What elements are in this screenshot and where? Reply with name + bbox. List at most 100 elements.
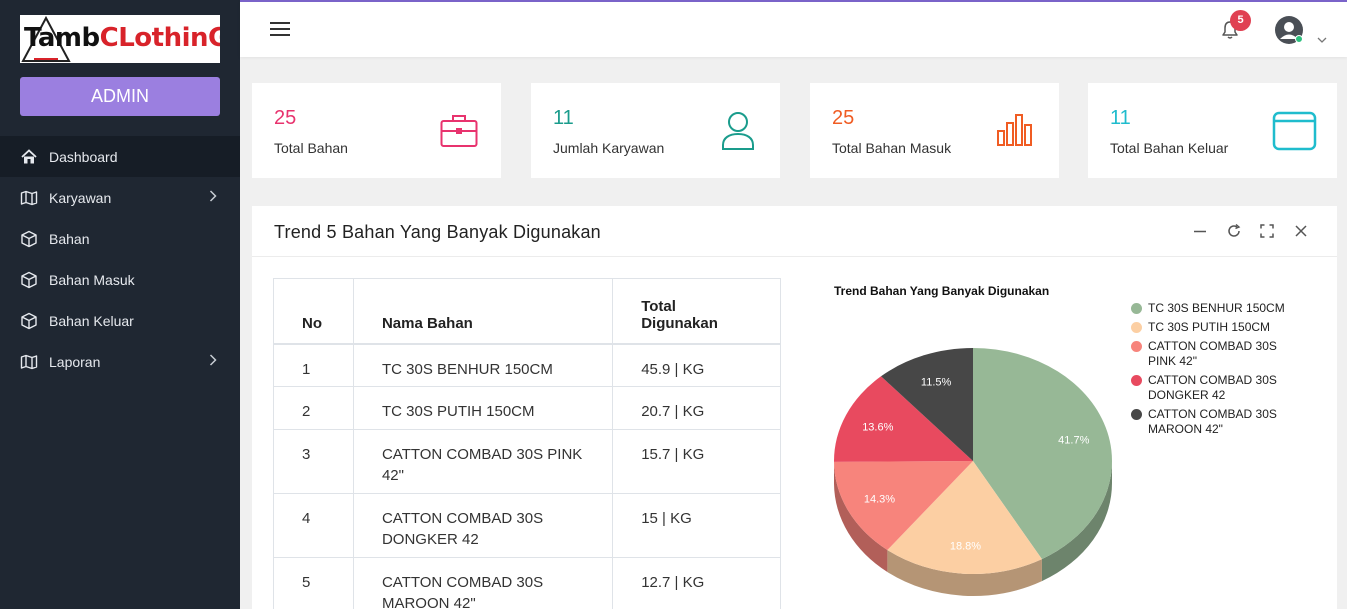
pie-data-label: 41.7% xyxy=(1058,434,1089,446)
cell-total: 12.7 | KG xyxy=(612,557,781,609)
legend-label: TC 30S BENHUR 150CM xyxy=(1148,301,1285,315)
sidebar-item-bahan-masuk[interactable]: Bahan Masuk xyxy=(0,259,240,300)
pie-data-label: 11.5% xyxy=(921,377,952,389)
cell-nama-bahan: CATTON COMBAD 30S DONGKER 42 xyxy=(352,493,614,558)
sidebar: TambCLothinG ADMIN Dashboard Karyawan Ba… xyxy=(0,0,240,609)
cell-nama-bahan: CATTON COMBAD 30S MAROON 42" xyxy=(352,557,614,609)
logo-text-part2: CLothinG xyxy=(99,23,220,53)
stat-value: 25 xyxy=(832,107,855,129)
sidebar-item-label: Dashboard xyxy=(49,148,118,165)
table-row: 2 TC 30S PUTIH 150CM 20.7 | KG xyxy=(273,386,781,430)
stat-label: Total Bahan Masuk xyxy=(832,140,952,156)
brand-logo[interactable]: TambCLothinG xyxy=(20,15,220,63)
user-icon xyxy=(722,112,754,150)
topbar: 5 xyxy=(240,0,1347,57)
home-icon xyxy=(20,148,38,166)
stat-value: 11 xyxy=(553,107,574,129)
refresh-icon[interactable] xyxy=(1227,224,1241,238)
sidebar-item-label: Bahan Masuk xyxy=(49,271,135,288)
legend-swatch xyxy=(1131,303,1142,314)
legend-label: TC 30S PUTIH 150CM xyxy=(1148,320,1271,334)
chart-title: Trend Bahan Yang Banyak Digunakan xyxy=(834,284,1050,298)
panel-title: Trend 5 Bahan Yang Banyak Digunakan xyxy=(274,222,601,242)
sidebar-item-label: Karyawan xyxy=(49,189,112,206)
briefcase-icon xyxy=(440,115,478,147)
cell-no: 3 xyxy=(273,429,354,494)
table-row: 3 CATTON COMBAD 30S PINK 42" 15.7 | KG xyxy=(273,429,781,494)
legend-label: CATTON COMBAD 30S MAROON 42" xyxy=(1148,407,1277,436)
stat-card-total-bahan-masuk: 25 Total Bahan Masuk xyxy=(810,83,1059,178)
admin-role-button[interactable]: ADMIN xyxy=(20,77,220,116)
map-icon xyxy=(20,189,38,207)
sidebar-item-karyawan[interactable]: Karyawan xyxy=(0,177,240,218)
column-header-nama-bahan: Nama Bahan xyxy=(352,278,614,345)
cell-no: 5 xyxy=(273,557,354,609)
chevron-down-icon[interactable] xyxy=(1317,36,1327,44)
legend-swatch xyxy=(1131,409,1142,420)
table-row: 5 CATTON COMBAD 30S MAROON 42" 12.7 | KG xyxy=(273,557,781,609)
sidebar-menu: Dashboard Karyawan Bahan Bahan Masuk Bah… xyxy=(0,136,240,382)
column-header-no: No xyxy=(273,278,354,345)
legend-swatch xyxy=(1131,375,1142,386)
pie-chart: 41.7% 18.8% 14.3% 13.6% 11.5% xyxy=(834,348,1112,596)
online-status-dot xyxy=(1295,35,1303,43)
cell-total: 15 | KG xyxy=(612,493,781,558)
table-header-row: No Nama Bahan Total Digunakan xyxy=(273,278,781,345)
sidebar-item-dashboard[interactable]: Dashboard xyxy=(0,136,240,177)
pie-data-label: 18.8% xyxy=(950,541,981,553)
close-icon[interactable] xyxy=(1294,224,1308,238)
fullscreen-icon[interactable] xyxy=(1260,224,1274,238)
minimize-icon[interactable] xyxy=(1193,224,1207,238)
stat-value: 25 xyxy=(274,107,297,129)
stat-card-jumlah-karyawan: 11 Jumlah Karyawan xyxy=(531,83,780,178)
legend-swatch xyxy=(1131,322,1142,333)
legend-item[interactable]: TC 30S PUTIH 150CM xyxy=(1130,320,1300,335)
table-row: 4 CATTON COMBAD 30S DONGKER 42 15 | KG xyxy=(273,493,781,558)
sidebar-item-label: Bahan Keluar xyxy=(49,312,134,329)
box-icon xyxy=(20,271,38,289)
box-icon xyxy=(20,312,38,330)
trend-panel: Trend 5 Bahan Yang Banyak Digunakan No N… xyxy=(252,206,1337,609)
chevron-right-icon xyxy=(209,190,217,202)
legend-item[interactable]: CATTON COMBAD 30S DONGKER 42 xyxy=(1130,373,1300,403)
cell-total: 20.7 | KG xyxy=(612,386,781,430)
chart-legend: TC 30S BENHUR 150CM TC 30S PUTIH 150CM CAT… xyxy=(1130,301,1300,441)
cell-nama-bahan: TC 30S PUTIH 150CM xyxy=(352,386,614,430)
stat-card-total-bahan: 25 Total Bahan xyxy=(252,83,501,178)
legend-item[interactable]: CATTON COMBAD 30S PINK 42" xyxy=(1130,339,1300,369)
cell-total: 45.9 | KG xyxy=(612,343,781,387)
window-icon xyxy=(1272,111,1317,151)
hamburger-menu-icon[interactable] xyxy=(270,21,290,37)
cell-total: 15.7 | KG xyxy=(612,429,781,494)
pie-data-label: 14.3% xyxy=(864,493,895,505)
cell-nama-bahan: TC 30S BENHUR 150CM xyxy=(352,343,614,387)
sidebar-item-label: Bahan xyxy=(49,230,90,247)
logo-text: TambCLothinG xyxy=(24,23,220,53)
chevron-right-icon xyxy=(209,354,217,366)
pie-data-label: 13.6% xyxy=(862,421,893,433)
sidebar-item-label: Laporan xyxy=(49,353,101,370)
stat-label: Total Bahan Keluar xyxy=(1110,140,1229,156)
box-icon xyxy=(20,230,38,248)
sidebar-item-laporan[interactable]: Laporan xyxy=(0,341,240,382)
legend-label: CATTON COMBAD 30S DONGKER 42 xyxy=(1148,373,1277,402)
table-row: 1 TC 30S BENHUR 150CM 45.9 | KG xyxy=(273,343,781,387)
legend-label: CATTON COMBAD 30S PINK 42" xyxy=(1148,339,1277,368)
legend-item[interactable]: CATTON COMBAD 30S MAROON 42" xyxy=(1130,407,1300,437)
notification-badge: 5 xyxy=(1230,10,1251,31)
logo-text-part1: Tamb xyxy=(24,23,100,53)
bar-chart-icon xyxy=(997,114,1032,146)
column-header-total-digunakan: Total Digunakan xyxy=(612,278,781,345)
cell-no: 4 xyxy=(273,493,354,558)
sidebar-item-bahan-keluar[interactable]: Bahan Keluar xyxy=(0,300,240,341)
map-icon xyxy=(20,353,38,371)
cell-no: 2 xyxy=(273,386,354,430)
stat-label: Jumlah Karyawan xyxy=(553,140,665,156)
panel-header: Trend 5 Bahan Yang Banyak Digunakan xyxy=(252,206,1337,257)
stat-value: 11 xyxy=(1110,107,1131,129)
stat-card-total-bahan-keluar: 11 Total Bahan Keluar xyxy=(1088,83,1337,178)
sidebar-item-bahan[interactable]: Bahan xyxy=(0,218,240,259)
cell-no: 1 xyxy=(273,343,354,387)
cell-nama-bahan: CATTON COMBAD 30S PINK 42" xyxy=(352,429,614,494)
legend-item[interactable]: TC 30S BENHUR 150CM xyxy=(1130,301,1300,316)
